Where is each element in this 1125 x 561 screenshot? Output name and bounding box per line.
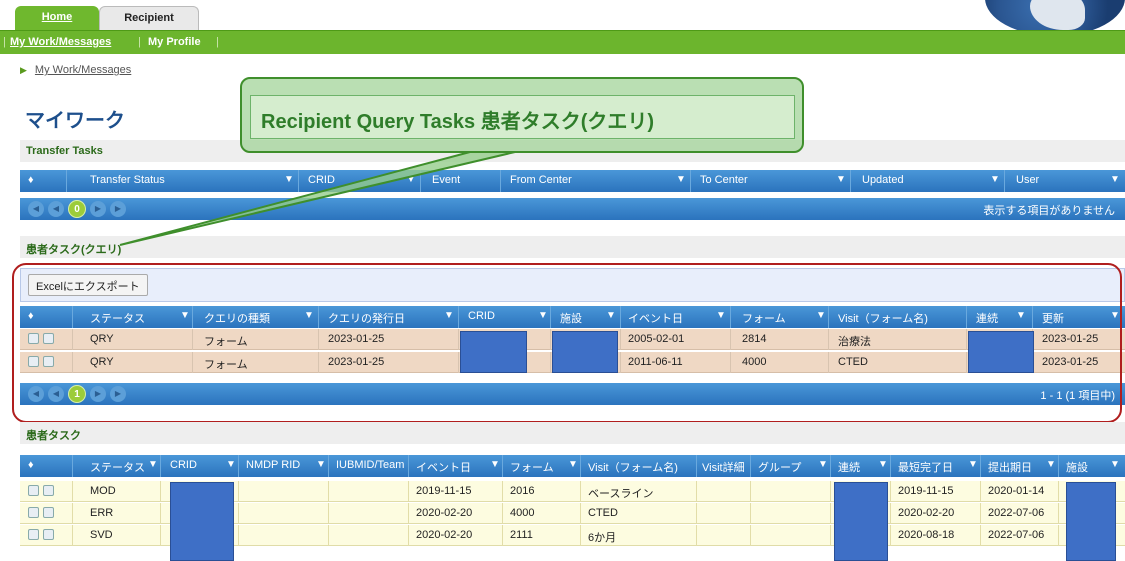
callout-text: Recipient Query Tasks 患者タスク(クエリ) bbox=[250, 95, 795, 139]
